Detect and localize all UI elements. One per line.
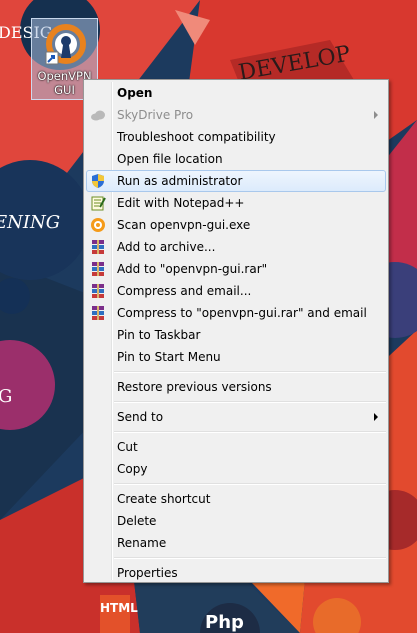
menu-item-run-as-admin[interactable]: Run as administrator	[86, 170, 386, 192]
menu-separator	[114, 431, 386, 433]
menu-separator	[114, 401, 386, 403]
menu-item-delete[interactable]: Delete	[86, 510, 386, 532]
menu-item-restore-versions[interactable]: Restore previous versions	[86, 376, 386, 398]
menu-item-compress-rar-email[interactable]: Compress to "openvpn-gui.rar" and email	[86, 302, 386, 324]
svg-text:Php: Php	[205, 612, 244, 633]
uac-shield-icon	[92, 174, 104, 188]
cloud-icon	[91, 110, 105, 121]
svg-text:HTML: HTML	[100, 601, 138, 615]
menu-item-pin-start[interactable]: Pin to Start Menu	[86, 346, 386, 368]
antivirus-scan-icon	[91, 218, 105, 232]
menu-item-properties[interactable]: Properties	[86, 562, 386, 584]
context-menu: Open SkyDrive Pro Troubleshoot compatibi…	[83, 79, 389, 583]
menu-separator	[114, 483, 386, 485]
notepadpp-icon	[91, 196, 106, 211]
openvpn-logo-icon	[45, 24, 86, 65]
menu-item-create-shortcut[interactable]: Create shortcut	[86, 488, 386, 510]
winrar-icon	[92, 284, 104, 298]
menu-item-add-to-rar[interactable]: Add to "openvpn-gui.rar"	[86, 258, 386, 280]
svg-text:G: G	[0, 386, 12, 407]
winrar-icon	[92, 240, 104, 254]
submenu-arrow-icon	[374, 111, 378, 119]
svg-text:ENING: ENING	[0, 212, 60, 233]
menu-item-edit-notepadpp[interactable]: Edit with Notepad++	[86, 192, 386, 214]
menu-separator	[114, 557, 386, 559]
menu-item-cut[interactable]: Cut	[86, 436, 386, 458]
menu-item-scan[interactable]: Scan openvpn-gui.exe	[86, 214, 386, 236]
menu-item-compress-email[interactable]: Compress and email...	[86, 280, 386, 302]
menu-item-troubleshoot[interactable]: Troubleshoot compatibility	[86, 126, 386, 148]
menu-item-open-file-location[interactable]: Open file location	[86, 148, 386, 170]
menu-item-pin-taskbar[interactable]: Pin to Taskbar	[86, 324, 386, 346]
menu-item-send-to[interactable]: Send to	[86, 406, 386, 428]
menu-item-add-to-archive[interactable]: Add to archive...	[86, 236, 386, 258]
menu-item-copy[interactable]: Copy	[86, 458, 386, 480]
winrar-icon	[92, 306, 104, 320]
menu-item-rename[interactable]: Rename	[86, 532, 386, 554]
winrar-icon	[92, 262, 104, 276]
menu-item-open[interactable]: Open	[86, 82, 386, 104]
menu-separator	[114, 371, 386, 373]
submenu-arrow-icon	[374, 413, 378, 421]
menu-item-skydrive-pro[interactable]: SkyDrive Pro	[86, 104, 386, 126]
